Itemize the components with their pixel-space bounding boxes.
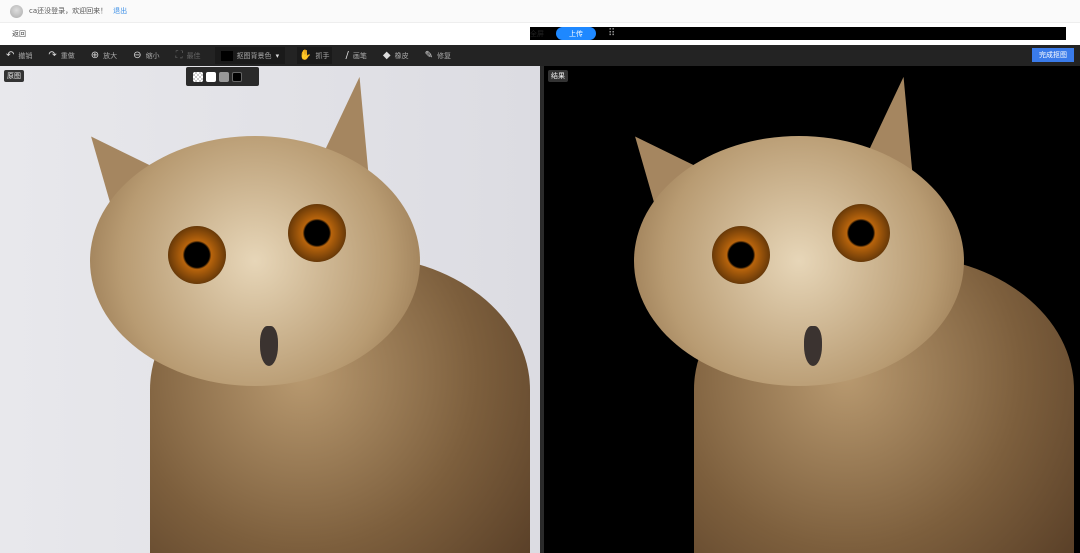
fit-icon: ⛶ xyxy=(175,50,183,61)
zoom-out-icon: ⊖ xyxy=(133,50,142,61)
owl-image-original xyxy=(60,71,536,553)
bg-option-transparent[interactable] xyxy=(193,71,203,82)
bg-option-gray[interactable] xyxy=(219,71,229,82)
bg-color-swatch xyxy=(220,50,233,61)
zoom-in-button[interactable]: ⊕ 放大 xyxy=(89,47,119,64)
undo-label: 撤销 xyxy=(18,51,33,60)
back-link[interactable]: 返回 xyxy=(12,29,26,39)
apps-grid-icon[interactable]: ⠿ xyxy=(608,28,615,39)
hand-icon: ✋ xyxy=(299,50,312,61)
bg-color-popover xyxy=(186,67,259,86)
zoom-out-button[interactable]: ⊖ 缩小 xyxy=(131,47,161,64)
done-button[interactable]: 完成抠图 xyxy=(1032,48,1074,62)
owl-image-result xyxy=(604,71,1080,553)
avatar[interactable] xyxy=(10,4,23,18)
zoom-out-label: 缩小 xyxy=(145,51,160,60)
logout-link[interactable]: 退出 xyxy=(113,6,127,16)
brush-icon: / xyxy=(345,50,349,61)
result-pane[interactable]: 结果 xyxy=(544,66,1080,553)
eraser-tool-button[interactable]: ◆ 橡皮 xyxy=(381,47,411,64)
repair-label: 修复 xyxy=(437,51,451,60)
bg-color-label: 抠图背景色 xyxy=(236,51,272,60)
original-label: 原图 xyxy=(4,70,24,82)
bg-option-white[interactable] xyxy=(206,71,216,82)
redo-label: 重做 xyxy=(60,51,75,60)
zoom-in-label: 放大 xyxy=(103,51,118,60)
fullscreen-button[interactable]: 全屏 xyxy=(530,29,544,39)
hand-tool-button[interactable]: ✋ 抓手 xyxy=(297,47,332,64)
repair-tool-button[interactable]: ✎ 修复 xyxy=(423,47,453,64)
caret-down-icon: ▾ xyxy=(275,51,280,60)
greeting-text: ca还没登录，欢迎回来！ xyxy=(29,7,108,15)
editor-toolbar: ↶ 撤销 ↷ 重做 ⊕ 放大 ⊖ 缩小 ⛶ 最佳 抠图背景色 ▾ ✋ 抓手 / 画笔 ◆ 橡皮 ✎… xyxy=(0,45,1080,66)
brush-label: 画笔 xyxy=(352,51,367,60)
undo-button[interactable]: ↶ 撤销 xyxy=(4,47,34,64)
nav-bar: 返回 全屏 上传 ⠿ xyxy=(0,23,1080,45)
eraser-icon: ◆ xyxy=(382,50,391,61)
repair-icon: ✎ xyxy=(424,50,433,61)
zoom-in-icon: ⊕ xyxy=(90,50,100,61)
best-fit-label: 最佳 xyxy=(186,51,201,60)
redo-icon: ↷ xyxy=(48,50,57,61)
bg-option-black[interactable] xyxy=(232,71,242,82)
brush-tool-button[interactable]: / 画笔 xyxy=(344,47,369,64)
redo-button[interactable]: ↷ 重做 xyxy=(46,47,76,64)
bg-color-select[interactable]: 抠图背景色 ▾ xyxy=(214,47,286,64)
upload-button[interactable]: 上传 xyxy=(556,27,596,40)
top-bar: ca还没登录，欢迎回来！ 退出 xyxy=(0,0,1080,23)
best-fit-button[interactable]: ⛶ 最佳 xyxy=(174,47,203,64)
original-pane[interactable]: 原图 xyxy=(0,66,540,553)
undo-icon: ↶ xyxy=(6,50,15,61)
result-label: 结果 xyxy=(548,70,568,82)
hand-label: 抓手 xyxy=(315,51,330,60)
eraser-label: 橡皮 xyxy=(394,51,409,60)
